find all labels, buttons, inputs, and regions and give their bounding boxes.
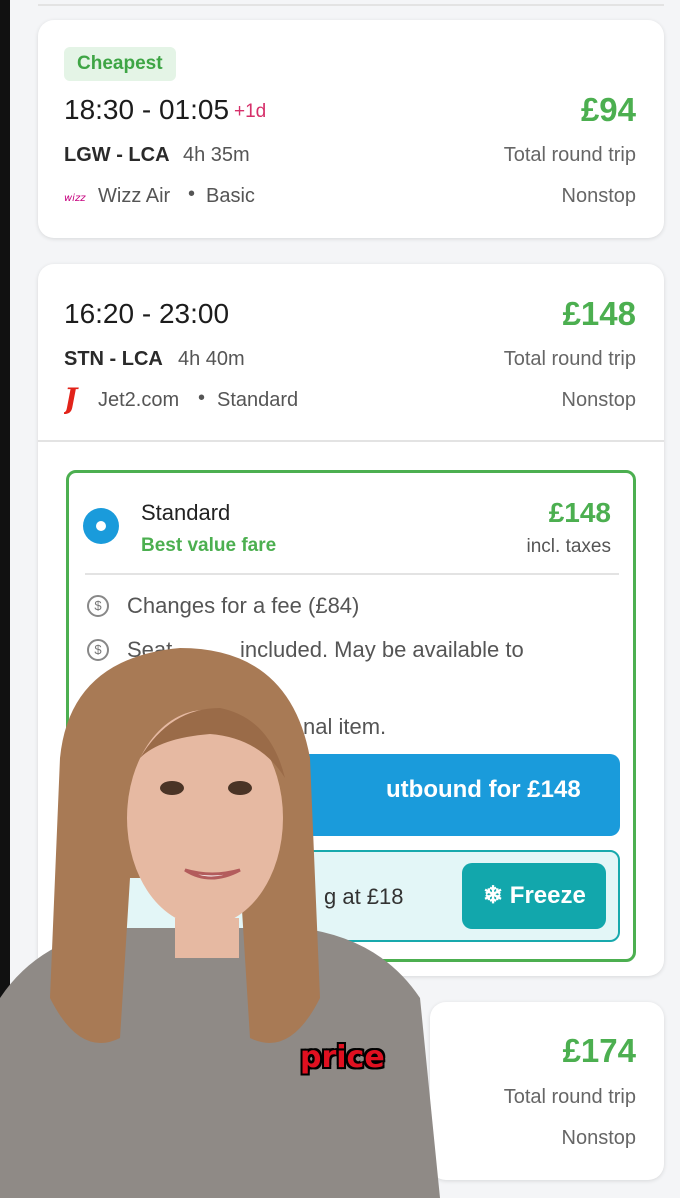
fare-tag: Best value fare: [141, 535, 277, 556]
flight-card-3[interactable]: £174 Total round trip Nonstop: [430, 1002, 664, 1180]
jet2-logo-icon: J: [59, 382, 88, 415]
separator-dot: •: [198, 387, 206, 409]
stops: Nonstop: [561, 1127, 637, 1149]
presenter-video-overlay: [0, 648, 440, 1198]
flight-price: £174: [562, 1032, 636, 1069]
top-divider: [38, 4, 664, 6]
flight-time: 16:20 - 23:00: [64, 298, 230, 329]
price-note: Total round trip: [503, 348, 636, 370]
airline-name: Wizz Air: [98, 185, 171, 207]
freeze-button-label: ❄ Freeze: [483, 882, 586, 909]
price-note: Total round trip: [503, 144, 636, 166]
fare-class: Standard: [217, 389, 299, 411]
selected-radio-button[interactable]: [83, 508, 119, 544]
dollar-icon: $: [87, 595, 109, 617]
video-caption: price: [300, 1040, 385, 1075]
route: STN - LCA: [64, 348, 163, 370]
stops: Nonstop: [561, 185, 637, 207]
fare-class: Basic: [206, 185, 255, 207]
fare-price-note: incl. taxes: [526, 536, 611, 557]
airline-name: Jet2.com: [98, 389, 180, 411]
route: LGW - LCA: [64, 144, 170, 166]
duration: 4h 40m: [178, 348, 245, 370]
flight-price: £148: [562, 295, 636, 332]
wizz-air-logo-icon: wizz: [64, 190, 92, 204]
separator-dot: •: [188, 183, 196, 205]
feature-changes: Changes for a fee (£84): [127, 593, 360, 618]
flight-card-1[interactable]: Cheapest 18:30 - 01:05 +1d LGW - LCA 4h …: [38, 20, 664, 238]
flight-time: 18:30 - 01:05: [64, 94, 230, 125]
freeze-button[interactable]: ❄ Freeze: [462, 863, 606, 929]
cheapest-badge: Cheapest: [64, 47, 176, 81]
card-divider: [38, 440, 664, 442]
duration: 4h 35m: [183, 144, 250, 166]
fare-divider: [85, 573, 619, 575]
svg-text:wizz: wizz: [64, 193, 86, 204]
svg-text:J: J: [64, 384, 79, 414]
fare-price: £148: [548, 497, 611, 528]
next-day-indicator: +1d: [234, 101, 267, 122]
flight-price: £94: [580, 91, 636, 128]
stops: Nonstop: [561, 389, 637, 411]
fare-name: Standard: [141, 500, 231, 525]
price-note: Total round trip: [503, 1086, 636, 1108]
